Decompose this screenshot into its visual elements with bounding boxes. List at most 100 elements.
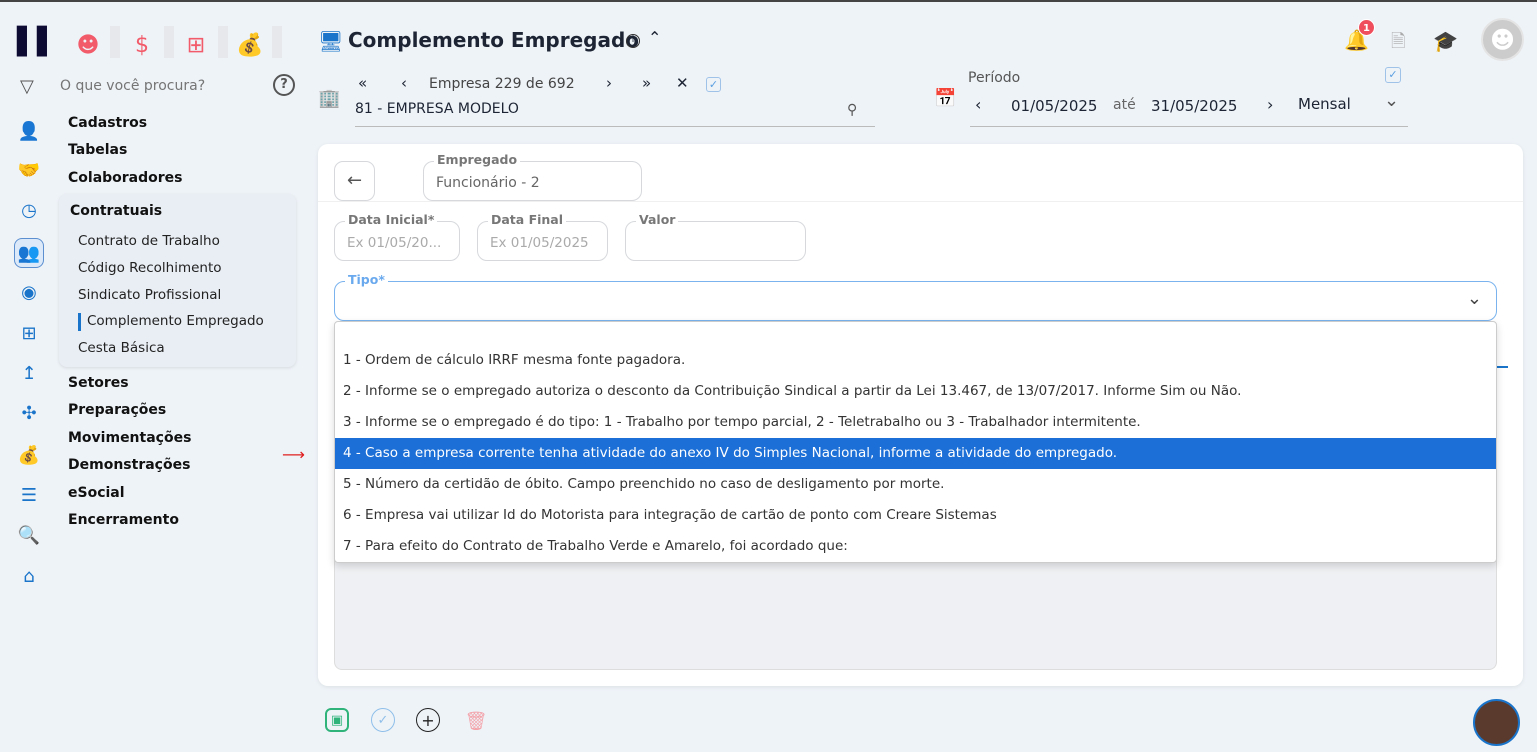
type-select[interactable]: Tipo* ⌄ bbox=[334, 272, 1497, 321]
type-option[interactable]: 5 - Número da certidão de óbito. Campo p… bbox=[335, 469, 1496, 500]
date-from[interactable]: 01/05/2025 bbox=[1011, 97, 1097, 115]
menu-contratuais[interactable]: Contratuais bbox=[70, 203, 162, 219]
calculator-module-icon[interactable]: ⊞ bbox=[174, 30, 218, 60]
chevron-down-icon[interactable]: ⌄ bbox=[1384, 90, 1399, 111]
logo: ▌▌ bbox=[17, 27, 57, 57]
red-arrow-annotation: ⟶ bbox=[282, 445, 305, 464]
filter-icon[interactable]: ▽ bbox=[20, 76, 34, 97]
delete-button[interactable]: 🗑 bbox=[463, 708, 489, 734]
calculator-icon[interactable]: ⊞ bbox=[16, 320, 42, 346]
start-date-placeholder: Ex 01/05/20... bbox=[347, 235, 442, 251]
search-rail-icon[interactable]: 🔍 bbox=[16, 522, 42, 548]
menu-setores[interactable]: Setores bbox=[68, 375, 129, 391]
back-button[interactable]: ← bbox=[334, 161, 375, 201]
people-module-icon[interactable]: ☻ bbox=[66, 30, 110, 60]
type-dropdown-list: 1 - Ordem de cálculo IRRF mesma fonte pa… bbox=[334, 321, 1497, 563]
active-indicator bbox=[78, 313, 81, 331]
end-date-input[interactable]: Data Final Ex 01/05/2025 bbox=[477, 212, 608, 261]
add-button[interactable]: + bbox=[416, 708, 440, 732]
user-settings-icon[interactable]: 👤 bbox=[16, 118, 42, 144]
chevron-up-icon[interactable]: ⌃ bbox=[648, 28, 661, 47]
employee-label: Empregado bbox=[434, 152, 521, 167]
submenu-complemento-empregado[interactable]: Complemento Empregado bbox=[87, 313, 264, 329]
submenu-cesta-basica[interactable]: Cesta Básica bbox=[78, 340, 165, 356]
type-option[interactable]: 7 - Para efeito do Contrato de Trabalho … bbox=[335, 531, 1496, 562]
menu-movimentacoes[interactable]: Movimentações bbox=[68, 430, 191, 446]
start-date-label: Data Inicial* bbox=[345, 212, 438, 227]
notification-badge: 1 bbox=[1358, 19, 1375, 36]
company-counter: Empresa 229 de 692 bbox=[429, 76, 575, 92]
graduation-cap-icon[interactable]: 🎓 bbox=[1433, 29, 1458, 53]
network-icon[interactable]: ✣ bbox=[16, 400, 42, 426]
divider bbox=[110, 26, 120, 58]
chevron-down-icon[interactable]: ⌄ bbox=[1467, 288, 1482, 309]
end-date-label: Data Final bbox=[488, 212, 567, 227]
divider bbox=[318, 201, 1523, 202]
confirm-button[interactable]: ✓ bbox=[371, 708, 395, 732]
submenu-codigo-recolhimento[interactable]: Código Recolhimento bbox=[78, 260, 222, 276]
monitor-icon: 🖥 bbox=[318, 29, 344, 53]
employee-value: Funcionário - 2 bbox=[436, 175, 540, 191]
menu-encerramento[interactable]: Encerramento bbox=[68, 512, 179, 528]
assistant-avatar[interactable] bbox=[1473, 699, 1520, 746]
prev-company-button[interactable]: ‹ bbox=[401, 74, 407, 92]
last-company-button[interactable]: » bbox=[642, 74, 651, 92]
type-option[interactable]: 6 - Empresa vai utilizar Id do Motorista… bbox=[335, 500, 1496, 531]
period-label: Período bbox=[968, 70, 1021, 86]
menu-tabelas[interactable]: Tabelas bbox=[68, 142, 127, 158]
value-input[interactable]: Valor bbox=[625, 212, 806, 261]
divider bbox=[272, 26, 282, 58]
date-to[interactable]: 31/05/2025 bbox=[1151, 97, 1237, 115]
tab-indicator bbox=[1496, 366, 1508, 368]
calendar-icon: 📅 bbox=[934, 88, 957, 109]
next-company-button[interactable]: › bbox=[606, 74, 612, 92]
employee-field[interactable]: Empregado Funcionário - 2 bbox=[423, 152, 642, 201]
prev-period-button[interactable]: ‹ bbox=[975, 95, 981, 114]
search-input[interactable] bbox=[60, 74, 260, 98]
next-period-button[interactable]: › bbox=[1267, 95, 1273, 114]
money-bag-rail-icon[interactable]: 💰 bbox=[16, 442, 42, 468]
period-checkbox[interactable]: ✓ bbox=[1385, 67, 1401, 83]
handshake-icon[interactable]: 🤝 bbox=[16, 157, 42, 183]
submenu-sindicato[interactable]: Sindicato Profissional bbox=[78, 287, 221, 303]
dollar-icon[interactable]: ◉ bbox=[16, 279, 42, 305]
divider bbox=[164, 26, 174, 58]
employees-icon[interactable]: 👥 bbox=[14, 238, 44, 268]
end-date-placeholder: Ex 01/05/2025 bbox=[490, 235, 589, 251]
help-icon[interactable]: ? bbox=[273, 74, 295, 96]
value-label: Valor bbox=[636, 212, 679, 227]
menu-cadastros[interactable]: Cadastros bbox=[68, 115, 147, 131]
arrow-up-icon[interactable]: ↥ bbox=[16, 360, 42, 386]
dollar-module-icon[interactable]: $ bbox=[120, 30, 164, 60]
company-checkbox[interactable]: ✓ bbox=[706, 77, 721, 92]
menu-esocial[interactable]: eSocial bbox=[68, 485, 125, 501]
submenu-contrato-trabalho[interactable]: Contrato de Trabalho bbox=[78, 233, 220, 249]
type-label: Tipo* bbox=[345, 272, 388, 287]
type-option[interactable]: 1 - Ordem de cálculo IRRF mesma fonte pa… bbox=[335, 345, 1496, 376]
periodicity-select[interactable]: Mensal bbox=[1298, 95, 1351, 113]
page-title: Complemento Empregado bbox=[348, 28, 640, 52]
start-date-input[interactable]: Data Inicial* Ex 01/05/20... bbox=[334, 212, 460, 261]
period-underline bbox=[970, 126, 1408, 127]
money-bag-icon[interactable]: 💰 bbox=[228, 30, 272, 60]
divider bbox=[218, 26, 228, 58]
menu-colaboradores[interactable]: Colaboradores bbox=[68, 170, 183, 186]
home-icon[interactable]: ⌂ bbox=[16, 563, 42, 589]
info-icon[interactable]: i bbox=[626, 34, 640, 48]
close-icon[interactable]: ✕ bbox=[676, 74, 689, 92]
type-option[interactable]: 2 - Informe se o empregado autoriza o de… bbox=[335, 376, 1496, 407]
company-field[interactable]: 81 - EMPRESA MODELO bbox=[355, 101, 875, 127]
menu-demonstracoes[interactable]: Demonstrações bbox=[68, 457, 190, 473]
search-company-icon[interactable]: ⚲ bbox=[847, 102, 857, 118]
clock-icon[interactable]: ◷ bbox=[16, 197, 42, 223]
until-label: até bbox=[1113, 97, 1136, 113]
layers-icon[interactable]: ☰ bbox=[16, 482, 42, 508]
type-option[interactable]: 3 - Informe se o empregado é do tipo: 1 … bbox=[335, 407, 1496, 438]
user-avatar[interactable]: ☻ bbox=[1481, 18, 1524, 61]
menu-preparacoes[interactable]: Preparações bbox=[68, 402, 166, 418]
first-company-button[interactable]: « bbox=[358, 74, 367, 92]
building-icon: 🏢 bbox=[318, 88, 341, 109]
type-option[interactable]: 4 - Caso a empresa corrente tenha ativid… bbox=[335, 438, 1496, 469]
document-search-icon[interactable]: 🗎 bbox=[1391, 29, 1405, 59]
save-button[interactable]: ▣ bbox=[325, 708, 349, 732]
